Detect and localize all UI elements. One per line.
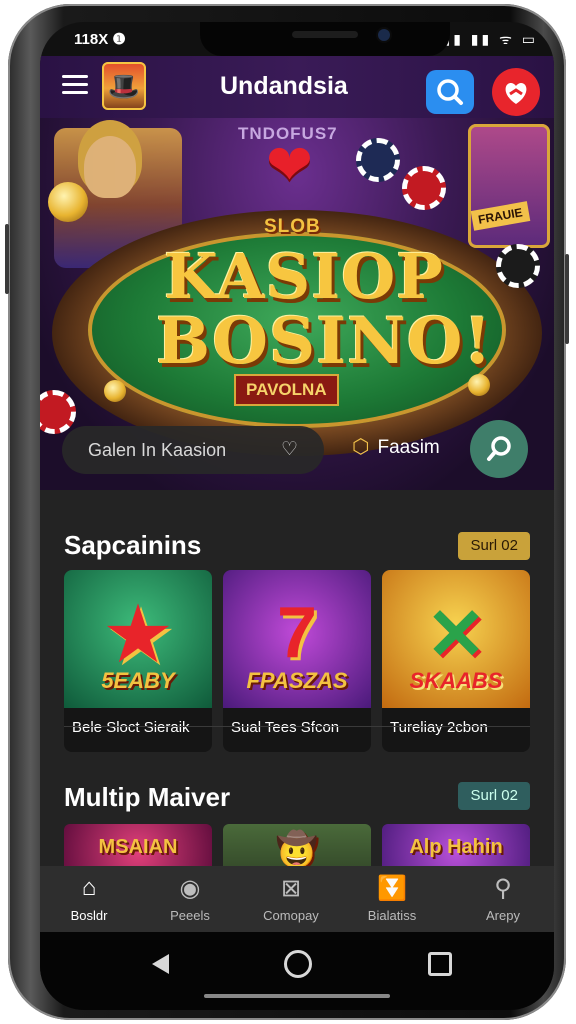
favorite-link[interactable]: ⬡ Faasim	[352, 434, 440, 459]
poker-chip-icon	[40, 390, 76, 434]
nav-item-home[interactable]: ⌂ Bosldr	[44, 874, 134, 923]
hero-title-line1: KASIOP	[164, 240, 444, 313]
app-logo[interactable]: 🎩	[102, 62, 146, 110]
nav-label: Bialatiss	[367, 908, 417, 923]
nav-label: Arepy	[486, 908, 520, 923]
phone-frame: 118X ❶ ▮▮▮ ▮▮ ᯤ ▭ 🎩 Undandsia FRAUIE TND…	[5, 4, 569, 1020]
nav-item-search[interactable]: ⚲ Arepy	[458, 874, 548, 923]
game-art-title: SKAABS	[409, 668, 503, 693]
power-button	[565, 254, 569, 344]
favorite-label: Faasim	[377, 437, 440, 458]
nav-item-stats[interactable]: ⏬ Bialatiss	[347, 874, 437, 923]
game-tile[interactable]: 7 FPASZAS Sual Tees Sfcon	[223, 570, 371, 752]
bookmark-icon: ⬡	[352, 436, 370, 458]
game-art-title: 5EABY	[101, 668, 175, 693]
game-art: 7 FPASZAS	[223, 570, 371, 708]
content-scroll[interactable]: Sapcainins Surl 02 ★ 5EABY Bele Sloct Si…	[40, 490, 554, 866]
volume-button	[5, 224, 9, 294]
status-time: 118X ❶	[74, 31, 126, 48]
notch	[200, 22, 450, 56]
game-tile[interactable]: ✕ SKAABS Tureliay 2cbon	[382, 570, 530, 752]
star-gem-icon: ★	[105, 595, 171, 675]
app-bar: 🎩 Undandsia	[40, 56, 554, 118]
gold-coin-icon	[104, 380, 126, 402]
hero-title-line2: BOSINO!	[156, 304, 493, 379]
section-divider	[64, 726, 530, 727]
game-art: ✕ SKAABS	[382, 570, 530, 708]
poker-chip-icon	[402, 166, 446, 210]
section-pill[interactable]: Surl 02	[458, 532, 530, 560]
slot-symbol-icon: ✕	[425, 595, 487, 675]
front-camera	[378, 29, 390, 41]
section-pill[interactable]: Surl 02	[458, 782, 530, 810]
heart-icon	[505, 83, 527, 104]
search-icon: ⚲	[494, 875, 512, 902]
favorites-button[interactable]	[492, 68, 540, 116]
character-icon: 🤠	[275, 831, 319, 866]
diamond-icon[interactable]: ♡	[281, 438, 298, 461]
game-tile[interactable]: 🤠	[223, 824, 371, 866]
bottom-nav: ⌂ Bosldr ◉ Peeels ⊠ Comopay ⏬ Bialatiss …	[40, 866, 554, 932]
app-title: Undandsia	[220, 72, 348, 100]
go-search-button[interactable]	[470, 420, 528, 478]
nav-label: Peeels	[170, 908, 210, 923]
nav-item-explore[interactable]: ◉ Peeels	[145, 874, 235, 923]
nav-label: Bosldr	[70, 908, 108, 923]
heart-gem-icon: ❤	[266, 133, 313, 196]
recent-apps-icon[interactable]	[428, 952, 452, 976]
game-art-title: MSAIAN	[98, 836, 178, 858]
back-icon[interactable]	[152, 954, 169, 974]
box-icon: ⊠	[280, 875, 302, 902]
chevrons-down-icon: ⏬	[377, 875, 407, 902]
game-tile[interactable]: Alp Hahin	[382, 824, 530, 866]
game-art-title: Alp Hahin	[409, 836, 503, 858]
game-tile[interactable]: ★ 5EABY Bele Sloct Sieraik	[64, 570, 212, 752]
nav-label: Comopay	[263, 908, 319, 923]
home-icon: ⌂	[81, 874, 97, 901]
home-circle-icon[interactable]	[284, 950, 312, 978]
game-tile[interactable]: MSAIAN	[64, 824, 212, 866]
poker-chip-icon	[496, 244, 540, 288]
game-art: ★ 5EABY	[64, 570, 212, 708]
hamburger-icon[interactable]	[62, 75, 88, 95]
gold-coin-icon	[48, 182, 88, 222]
system-nav-bar	[40, 932, 554, 1010]
search-button[interactable]	[426, 70, 474, 114]
game-art-title: FPASZAS	[246, 668, 348, 693]
poker-chip-icon	[356, 138, 400, 182]
game-caption: Bele Sloct Sieraik	[72, 719, 190, 736]
game-caption: Tureliay 2cbon	[390, 719, 488, 736]
section-title: Multip Maiver	[64, 782, 231, 812]
hero-search-field[interactable]: Galen In Kaasion ♡	[62, 426, 324, 474]
speaker-grille	[292, 31, 358, 38]
seven-icon: 7	[276, 593, 318, 673]
search-placeholder: Galen In Kaasion	[88, 440, 227, 460]
game-caption: Sual Tees Sfcon	[231, 719, 340, 736]
hero-subtitle: SLOB	[264, 216, 321, 237]
hero-banner[interactable]: FRAUIE TNDOFUS7 ❤ SLOB KASIOP BOSINO! PA…	[40, 118, 554, 490]
search-icon	[487, 436, 511, 461]
gesture-bar[interactable]	[204, 994, 390, 998]
screen: 118X ❶ ▮▮▮ ▮▮ ᯤ ▭ 🎩 Undandsia FRAUIE TND…	[40, 22, 554, 1010]
section-title: Sapcainins	[64, 530, 202, 560]
search-icon	[437, 79, 463, 105]
hero-sub-banner: PAVOLNA	[234, 374, 339, 406]
nav-item-company[interactable]: ⊠ Comopay	[246, 874, 336, 923]
compass-icon: ◉	[179, 875, 201, 902]
